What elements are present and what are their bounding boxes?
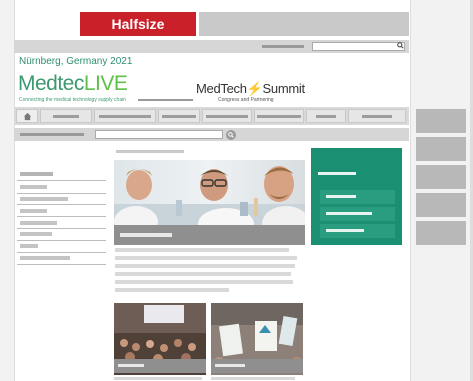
- nav-item[interactable]: [348, 109, 406, 123]
- logo-accent-text: LIVE: [83, 72, 128, 95]
- sidebar-divider: [17, 228, 106, 229]
- utility-link[interactable]: [262, 45, 304, 48]
- sidebar-heading: [20, 172, 53, 176]
- sidebar-item[interactable]: [20, 232, 52, 236]
- sidebar-divider: [17, 193, 106, 194]
- sidebar-divider: [17, 216, 106, 217]
- sidebar-divider: [17, 252, 106, 253]
- halfsize-label: Halfsize: [111, 16, 165, 32]
- teaser-text-line: [114, 377, 202, 380]
- highlight-link[interactable]: [320, 224, 395, 238]
- hero-image[interactable]: [114, 160, 305, 225]
- search-input[interactable]: [312, 42, 405, 51]
- nav-item[interactable]: [40, 109, 92, 123]
- highlight-box-heading: [318, 172, 356, 175]
- sidebar-item[interactable]: [20, 244, 38, 248]
- thumbnail-caption-title: [215, 364, 245, 367]
- right-ad-block[interactable]: [416, 221, 466, 245]
- teaser-text-line: [115, 264, 295, 268]
- sidebar-divider: [17, 180, 106, 181]
- teaser-text-line: [115, 248, 289, 252]
- top-ad-placeholder: [199, 12, 409, 36]
- home-button[interactable]: [16, 109, 38, 123]
- highlight-link[interactable]: [320, 207, 395, 221]
- sidebar-divider: [17, 240, 106, 241]
- highlight-link[interactable]: [320, 190, 395, 204]
- halfsize-banner[interactable]: Halfsize: [80, 12, 196, 36]
- sidebar-divider: [17, 204, 106, 205]
- sidebar-item[interactable]: [20, 256, 70, 260]
- right-ad-block[interactable]: [416, 137, 466, 161]
- logo-main-text: Medtec: [18, 72, 84, 95]
- medtech-summit-logo[interactable]: MedTech⚡Summit: [196, 81, 305, 97]
- nav-item[interactable]: [202, 109, 252, 123]
- summit-name-b: Summit: [262, 81, 306, 96]
- secondary-search-label: [20, 133, 84, 136]
- sidebar-divider: [17, 264, 106, 265]
- medteclive-logo[interactable]: MedtecLIVE: [18, 72, 128, 96]
- sidebar-item[interactable]: [20, 209, 47, 213]
- right-ad-block[interactable]: [416, 193, 466, 217]
- teaser-text-line: [115, 272, 291, 276]
- teaser-text-line: [115, 256, 297, 260]
- sidebar-item[interactable]: [20, 197, 68, 201]
- nav-item[interactable]: [94, 109, 156, 123]
- hero-caption-title: [120, 233, 172, 237]
- nav-item[interactable]: [306, 109, 346, 123]
- teaser-text-line: [115, 288, 229, 292]
- logo-divider: [138, 99, 193, 101]
- teaser-text-line: [211, 377, 295, 380]
- search-icon[interactable]: [397, 42, 404, 51]
- summit-bolt-icon: ⚡: [246, 81, 263, 96]
- summit-subtitle: Congress and Partnering: [218, 97, 274, 103]
- sidebar-item[interactable]: [20, 185, 47, 189]
- section-label: [116, 150, 184, 153]
- right-ad-block[interactable]: [416, 165, 466, 189]
- thumbnail-caption-title: [118, 364, 144, 367]
- summit-name-a: MedTech: [196, 81, 247, 96]
- nav-item[interactable]: [158, 109, 200, 123]
- right-ad-block[interactable]: [416, 109, 466, 133]
- go-icon[interactable]: [226, 130, 236, 140]
- event-location: Nürnberg, Germany 2021: [19, 56, 133, 67]
- nav-item[interactable]: [254, 109, 304, 123]
- home-icon: [23, 112, 31, 121]
- secondary-search-input[interactable]: [95, 130, 223, 139]
- logo-tagline: Connecting the medical technology supply…: [19, 97, 127, 103]
- teaser-text-line: [115, 280, 293, 284]
- sidebar-item[interactable]: [20, 221, 57, 225]
